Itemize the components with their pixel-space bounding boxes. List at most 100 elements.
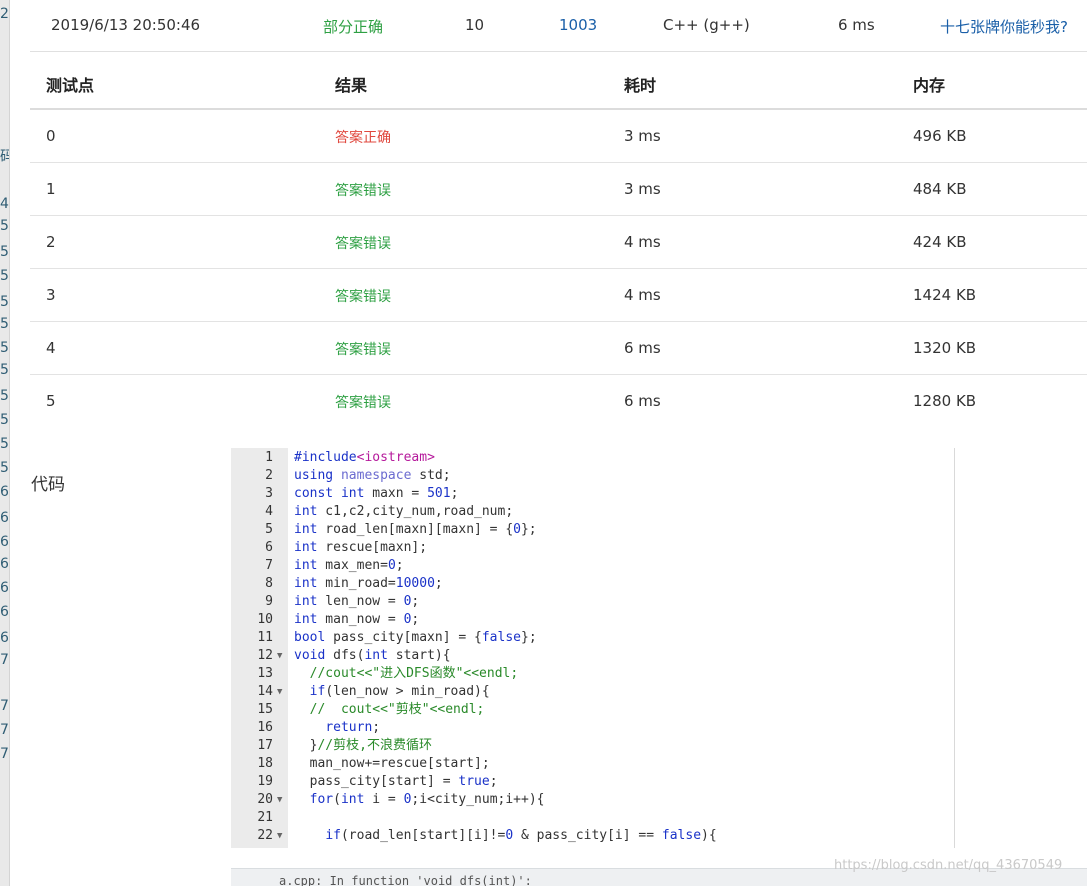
- submit-time: 2019/6/13 20:50:46: [51, 16, 201, 34]
- background-char: 6: [0, 630, 9, 646]
- line-number: 20: [257, 792, 273, 807]
- code-text: bool pass_city[maxn] = {false};: [294, 630, 537, 645]
- code-text: for(int i = 0;i<city_num;i++){: [309, 792, 545, 807]
- background-char: 7: [0, 722, 9, 738]
- code-text: const int maxn = 501;: [294, 486, 459, 501]
- background-char: 5: [0, 388, 9, 404]
- background-char: 5: [0, 412, 9, 428]
- case-time: 6 ms: [624, 339, 661, 357]
- case-number: 3: [46, 286, 56, 304]
- line-number: 9: [265, 594, 273, 609]
- code-text: return;: [325, 720, 381, 735]
- code-line: 10 int man_now = 0;: [231, 611, 954, 629]
- background-char: 5: [0, 362, 9, 378]
- code-line: 9 int len_now = 0;: [231, 593, 954, 611]
- background-char: 7: [0, 652, 9, 668]
- case-time: 3 ms: [624, 180, 661, 198]
- background-char: 6: [0, 604, 9, 620]
- code-line: 22 ▼ if(road_len[start][i]!=0 & pass_city…: [231, 827, 954, 845]
- case-memory: 496 KB: [913, 127, 967, 145]
- code-line: 12 ▼ void dfs(int start){: [231, 647, 954, 665]
- line-number: 8: [265, 576, 273, 591]
- line-number: 18: [257, 756, 273, 771]
- case-result: 答案错误: [335, 289, 391, 305]
- background-char: 7: [0, 746, 9, 762]
- code-text: man_now+=rescue[start];: [294, 756, 490, 771]
- code-text: if(road_len[start][i]!=0 & pass_city[i] …: [325, 828, 717, 843]
- background-char: 7: [0, 698, 9, 714]
- code-line: 3 const int maxn = 501;: [231, 485, 954, 503]
- code-line: 17 }//剪枝,不浪费循环: [231, 737, 954, 755]
- code-text: //cout<<"进入DFS函数"<<endl;: [309, 666, 519, 681]
- fold-arrow-icon[interactable]: ▼: [277, 683, 282, 701]
- line-number: 5: [265, 522, 273, 537]
- line-number: 12: [257, 648, 273, 663]
- header-case: 测试点: [46, 76, 95, 95]
- line-number: 6: [265, 540, 273, 555]
- code-text: int c1,c2,city_num,road_num;: [294, 504, 514, 519]
- case-memory: 1280 KB: [913, 392, 977, 410]
- code-line: 5 int road_len[maxn][maxn] = {0};: [231, 521, 954, 539]
- status-badge: 部分正确: [323, 18, 384, 36]
- table-row: 4 答案错误 6 ms 1320 KB: [30, 322, 1087, 375]
- header-memory: 内存: [913, 76, 946, 95]
- code-line: 1 #include<iostream>: [231, 449, 954, 467]
- code-line: 18 man_now+=rescue[start];: [231, 755, 954, 773]
- case-memory: 1320 KB: [913, 339, 977, 357]
- background-char: 5: [0, 244, 9, 260]
- case-number: 4: [46, 339, 56, 357]
- case-result: 答案正确: [335, 130, 391, 146]
- table-row: 3 答案错误 4 ms 1424 KB: [30, 269, 1087, 322]
- compiler-output-text: a.cpp: In function 'void dfs(int)':: [279, 874, 532, 886]
- line-number: 22: [257, 828, 273, 843]
- code-text: pass_city[start] = true;: [294, 774, 498, 789]
- fold-arrow-icon[interactable]: ▼: [277, 791, 282, 809]
- line-number: 2: [265, 468, 273, 483]
- code-text: void dfs(int start){: [294, 648, 451, 663]
- submission-summary-row: 2019/6/13 20:50:46 部分正确 10 1003 C++ (g++…: [30, 0, 1087, 52]
- code-line: 16 return;: [231, 719, 954, 737]
- case-result: 答案错误: [335, 395, 391, 411]
- case-time: 4 ms: [624, 286, 661, 304]
- code-text: if(len_now > min_road){: [309, 684, 490, 699]
- line-number: 1: [265, 450, 273, 465]
- user-link[interactable]: 十七张牌你能秒我?: [940, 16, 1068, 37]
- background-char: 5: [0, 460, 9, 476]
- code-line: 14 ▼ if(len_now > min_road){: [231, 683, 954, 701]
- score: 10: [465, 16, 485, 34]
- code-line: 6 int rescue[maxn];: [231, 539, 954, 557]
- code-label: 代码: [31, 475, 65, 495]
- line-number: 7: [265, 558, 273, 573]
- code-text: int man_now = 0;: [294, 612, 420, 627]
- case-time: 3 ms: [624, 127, 661, 145]
- code-line: 20 ▼ for(int i = 0;i<city_num;i++){: [231, 791, 954, 809]
- code-line: 15 // cout<<"剪枝"<<endl;: [231, 701, 954, 719]
- line-number: 16: [257, 720, 273, 735]
- code-text: #include<iostream>: [294, 450, 435, 465]
- case-number: 5: [46, 392, 56, 410]
- case-result: 答案错误: [335, 183, 391, 199]
- code-viewer[interactable]: 1 #include<iostream> 2 using namespace std;…: [231, 448, 955, 848]
- background-page-strip: 2 码 4 5 5 5 5 5 5 5 5 5 5 5 6 6 6 6 6 6 6 7 7 7 7: [0, 0, 10, 886]
- background-char: 5: [0, 316, 9, 332]
- fold-arrow-icon[interactable]: ▼: [277, 647, 282, 665]
- background-char: 6: [0, 556, 9, 572]
- line-number: 13: [257, 666, 273, 681]
- fold-arrow-icon[interactable]: ▼: [277, 827, 282, 845]
- code-line: 19 pass_city[start] = true;: [231, 773, 954, 791]
- line-number: 14: [257, 684, 273, 699]
- code-text: int len_now = 0;: [294, 594, 420, 609]
- background-char: 6: [0, 510, 9, 526]
- table-header: 测试点 结果 耗时 内存: [30, 52, 1087, 110]
- background-char: 2: [0, 6, 9, 22]
- background-char: 5: [0, 294, 9, 310]
- problem-link[interactable]: 1003: [559, 16, 597, 34]
- background-char: 6: [0, 534, 9, 550]
- line-number: 10: [257, 612, 273, 627]
- background-char: 6: [0, 580, 9, 596]
- case-number: 0: [46, 127, 56, 145]
- line-number: 4: [265, 504, 273, 519]
- code-text: int min_road=10000;: [294, 576, 443, 591]
- code-line: 21: [231, 809, 954, 827]
- code-line: 7 int max_men=0;: [231, 557, 954, 575]
